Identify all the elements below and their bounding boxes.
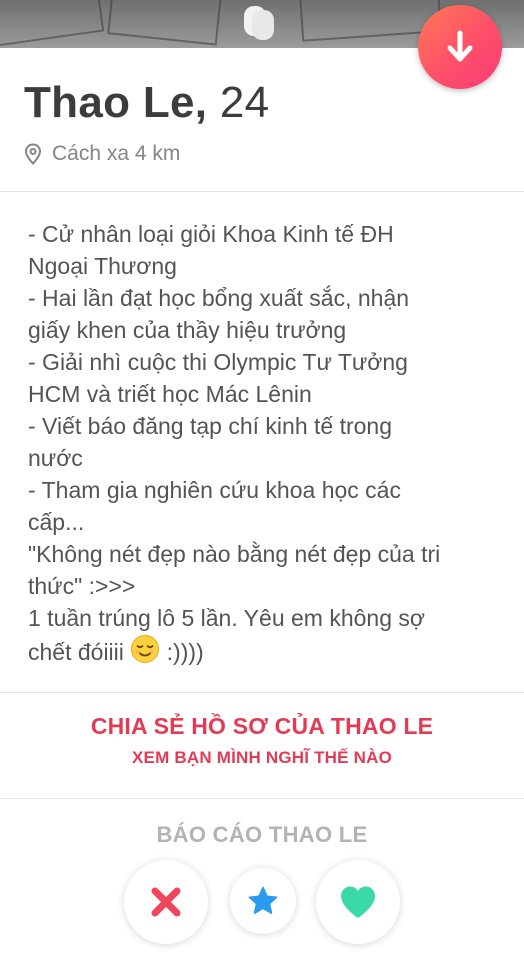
bio-line: chết đóiiii [28, 639, 124, 665]
bio-line: - Cử nhân loại giỏi Khoa Kinh tế ĐH [28, 221, 394, 247]
like-button[interactable] [316, 860, 400, 944]
share-profile-subtitle: XEM BẠN MÌNH NGHĨ THẾ NÀO [132, 748, 392, 767]
bio-line: giấy khen của thầy hiệu trưởng [28, 317, 347, 343]
share-profile-button[interactable]: CHIA SẺ HỒ SƠ CỦA THAO LE XEM BẠN MÌNH N… [0, 713, 524, 768]
photo-pavement-tile [107, 0, 223, 46]
bio-last-line: chết đóiiii :)))) [28, 634, 498, 668]
photo-shoe [252, 10, 274, 40]
report-profile-button[interactable]: BÁO CÁO THAO LE [0, 822, 524, 848]
heart-icon [341, 886, 375, 918]
arrow-down-icon [447, 30, 473, 62]
bio-line: - Tham gia nghiên cứu khoa học các [28, 477, 401, 503]
bio-line: 1 tuần trúng lô 5 lần. Yêu em không sợ [28, 605, 425, 631]
bio-suffix: :)))) [166, 639, 204, 665]
bio-line: - Hai lần đạt học bổng xuất sắc, nhận [28, 285, 410, 311]
bio-line: - Viết báo đăng tạp chí kinh tế trong [28, 413, 392, 439]
collapse-profile-button[interactable] [418, 5, 502, 89]
location-pin-icon [24, 143, 42, 165]
divider [0, 798, 524, 799]
super-like-button[interactable] [230, 868, 296, 934]
bio-line: cấp... [28, 509, 85, 535]
share-profile-title: CHIA SẺ HỒ SƠ CỦA THAO LE [90, 713, 434, 739]
profile-name: Thao Le [24, 78, 195, 127]
name-separator: , [194, 78, 208, 127]
distance-text: Cách xa 4 km [52, 142, 181, 165]
star-icon [248, 886, 278, 914]
bio-line: - Giải nhì cuộc thi Olympic Tư Tưởng [28, 349, 408, 375]
distance-row: Cách xa 4 km [24, 142, 269, 166]
bio-line: nước [28, 445, 83, 471]
photo-pavement-tile [0, 0, 105, 48]
bio-line: "Không nét đẹp nào bằng nét đẹp của tri [28, 541, 441, 567]
profile-name-age: Thao Le, 24 [24, 78, 269, 128]
profile-bio: - Cử nhân loại giỏi Khoa Kinh tế ĐH Ngoạ… [28, 218, 498, 668]
nope-button[interactable] [124, 860, 208, 944]
divider [0, 191, 524, 192]
bio-line: Ngoại Thương [28, 253, 177, 279]
x-icon [151, 887, 181, 917]
profile-header: Thao Le, 24 Cách xa 4 km [24, 78, 269, 166]
divider [0, 692, 524, 693]
relieved-face-emoji-icon [131, 635, 160, 663]
bio-line: HCM và triết học Mác Lênin [28, 381, 312, 407]
bio-line: thức" :>>> [28, 573, 136, 599]
profile-age: 24 [219, 78, 270, 127]
